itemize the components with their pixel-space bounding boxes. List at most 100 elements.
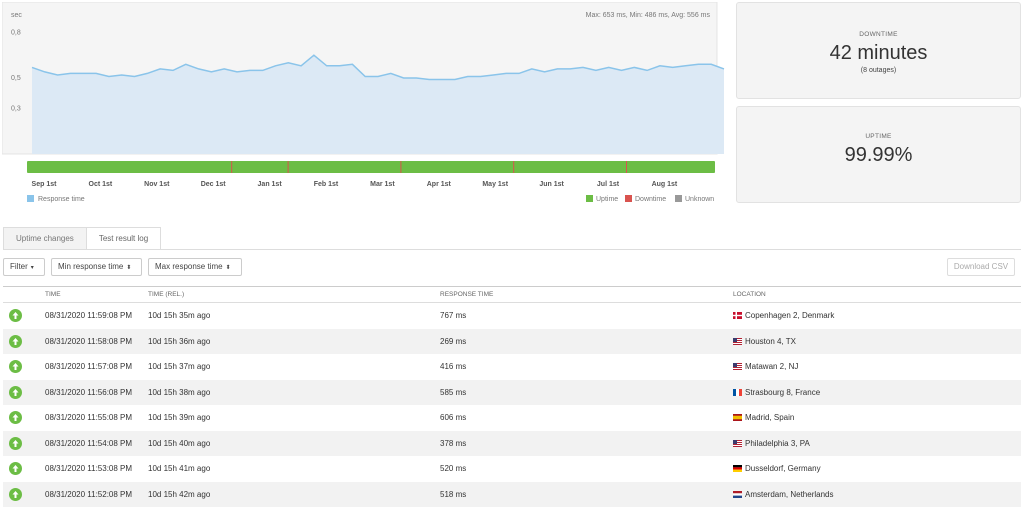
row-location: Dusseldorf, Germany: [733, 464, 821, 473]
download-csv-button[interactable]: Download CSV: [947, 258, 1015, 276]
row-location-label: Dusseldorf, Germany: [745, 464, 821, 473]
row-time: 08/31/2020 11:57:08 PM: [45, 362, 133, 371]
y-tick-label: 0,5: [11, 75, 21, 82]
x-tick-label: May 1st: [482, 181, 508, 188]
outage-count: (8 outages): [860, 67, 897, 74]
row-time: 08/31/2020 11:52:08 PM: [45, 489, 133, 499]
row-time-rel: 10d 15h 40m ago: [148, 438, 211, 448]
table-body: 08/31/2020 11:59:08 PM 10d 15h 35m ago 767…: [3, 303, 1021, 507]
outage-marker: [400, 161, 402, 173]
row-response-time: 518 ms: [440, 489, 467, 499]
legend-downtime-label: Downtime: [635, 196, 666, 203]
sort-icon: ⬍: [225, 265, 231, 271]
legend-unknown-label: Unknown: [685, 196, 714, 203]
x-tick-label: Mar 1st: [370, 181, 395, 188]
row-time: 08/31/2020 11:56:08 PM: [45, 387, 133, 397]
x-tick-label: Jan 1st: [258, 181, 283, 188]
row-response-time: 606 ms: [440, 413, 467, 422]
row-response-time: 767 ms: [440, 311, 467, 320]
tabs-divider: [3, 249, 1021, 250]
up-arrow-icon: [9, 334, 22, 348]
row-response-time: 520 ms: [440, 464, 467, 473]
row-response-time: 585 ms: [440, 387, 467, 397]
up-arrow-icon: [9, 309, 22, 322]
x-tick-label: Feb 1st: [314, 181, 339, 188]
min-response-label: Min response time: [58, 262, 124, 271]
response-time-chart-svg: 0,8 0,5 0,3 sec Max: 653 ms, Min: 486 ms, …: [2, 2, 725, 203]
caret-down-icon: ▾: [30, 265, 34, 271]
uptime-label: UPTIME: [865, 133, 892, 140]
filter-dropdown[interactable]: Filter ▾: [3, 258, 45, 276]
row-response-time: 269 ms: [440, 336, 467, 346]
row-location: Amsterdam, Netherlands: [733, 490, 833, 499]
table-header: TIME TIME (REL.) RESPONSE TIME LOCATION: [3, 286, 1021, 303]
uptime-value: 99.99%: [844, 144, 913, 166]
table-row: 08/31/2020 11:56:08 PM 10d 15h 38m ago 585…: [3, 379, 1021, 405]
row-location-label: Copenhagen 2, Denmark: [745, 311, 835, 320]
legend-downtime-swatch: [625, 195, 632, 202]
country-flag-icon: [733, 439, 742, 447]
row-time-rel: 10d 15h 37m ago: [148, 362, 211, 371]
row-location: Madrid, Spain: [733, 413, 794, 422]
x-tick-label: Aug 1st: [652, 181, 678, 188]
header-response-time[interactable]: RESPONSE TIME: [440, 291, 493, 298]
row-time: 08/31/2020 11:54:08 PM: [45, 438, 133, 448]
up-arrow-icon: [9, 436, 22, 450]
row-time-rel: 10d 15h 39m ago: [148, 413, 211, 422]
up-arrow-icon: [9, 462, 22, 475]
outage-marker: [513, 161, 515, 173]
x-tick-label: Nov 1st: [144, 181, 170, 188]
response-time-chart: 0,8 0,5 0,3 sec Max: 653 ms, Min: 486 ms, …: [2, 2, 728, 208]
country-flag-icon: [733, 465, 742, 472]
row-location-label: Madrid, Spain: [745, 413, 795, 422]
row-time: 08/31/2020 11:58:08 PM: [45, 336, 133, 346]
min-response-sort-button[interactable]: Min response time ⬍: [51, 258, 142, 276]
x-tick-label: Sep 1st: [32, 181, 58, 188]
outage-marker: [231, 161, 233, 173]
row-location: Houston 4, TX: [733, 337, 796, 346]
y-axis-unit-label: sec: [11, 12, 22, 19]
row-response-time: 416 ms: [440, 362, 467, 371]
header-time[interactable]: TIME: [45, 291, 61, 298]
log-tabs: Uptime changes Test result log: [3, 227, 162, 249]
legend-uptime-label: Uptime: [596, 196, 618, 203]
row-location-label: Philadelphia 3, PA: [745, 438, 810, 448]
table-row: 08/31/2020 11:52:08 PM 10d 15h 42m ago 518…: [3, 481, 1021, 507]
row-location-label: Houston 4, TX: [745, 336, 796, 346]
table-row: 08/31/2020 11:57:08 PM 10d 15h 37m ago 416…: [3, 354, 1021, 380]
row-location: Philadelphia 3, PA: [733, 439, 810, 448]
downtime-panel: DOWNTIME 42 minutes (8 outages): [736, 2, 1021, 99]
country-flag-icon: [733, 363, 742, 370]
table-row: 08/31/2020 11:54:08 PM 10d 15h 40m ago 378…: [3, 430, 1021, 456]
table-row: 08/31/2020 11:55:08 PM 10d 15h 39m ago 606…: [3, 405, 1021, 431]
row-response-time: 378 ms: [440, 438, 467, 448]
row-time: 08/31/2020 11:59:08 PM: [45, 311, 133, 320]
legend-response-swatch: [27, 195, 34, 202]
table-row: 08/31/2020 11:58:08 PM 10d 15h 36m ago 269…: [3, 328, 1021, 354]
row-location: Strasbourg 8, France: [733, 388, 820, 397]
country-flag-icon: [733, 337, 742, 345]
header-time-rel[interactable]: TIME (REL.): [148, 291, 184, 298]
outage-marker: [287, 161, 289, 173]
row-time-rel: 10d 15h 35m ago: [148, 311, 211, 320]
header-location[interactable]: LOCATION: [733, 291, 766, 298]
test-result-table: TIME TIME (REL.) RESPONSE TIME LOCATION …: [3, 286, 1021, 507]
x-tick-label: Apr 1st: [427, 181, 452, 188]
legend-unknown-swatch: [675, 195, 682, 202]
row-time: 08/31/2020 11:55:08 PM: [45, 413, 133, 422]
table-row: 08/31/2020 11:53:08 PM 10d 15h 41m ago 520…: [3, 456, 1021, 482]
up-arrow-icon: [9, 360, 22, 373]
x-tick-label: Jun 1st: [539, 181, 564, 188]
tab-uptime-changes[interactable]: Uptime changes: [3, 227, 87, 249]
country-flag-icon: [733, 490, 742, 498]
x-tick-label: Jul 1st: [597, 181, 620, 188]
row-location: Matawan 2, NJ: [733, 362, 798, 371]
y-tick-label: 0,3: [11, 105, 21, 112]
up-arrow-icon: [9, 385, 22, 399]
x-tick-label: Oct 1st: [89, 181, 113, 188]
max-response-sort-button[interactable]: Max response time ⬍: [148, 258, 242, 276]
tab-test-result-log[interactable]: Test result log: [85, 227, 162, 249]
up-arrow-icon: [9, 411, 22, 424]
sort-icon: ⬍: [126, 265, 132, 271]
table-row: 08/31/2020 11:59:08 PM 10d 15h 35m ago 767…: [3, 303, 1021, 329]
